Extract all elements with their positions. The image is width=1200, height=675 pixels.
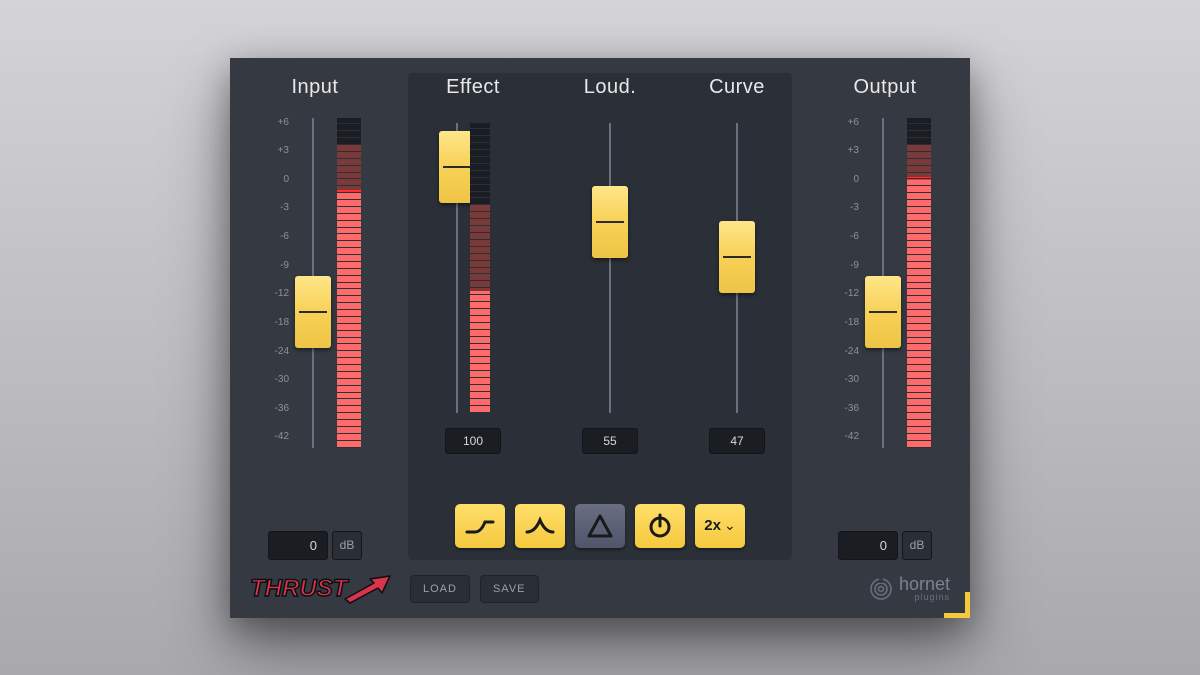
save-button[interactable]: SAVE: [480, 575, 539, 603]
thrust-logo: THRUST: [250, 569, 400, 609]
brand-sub: plugins: [899, 593, 950, 602]
input-slider-handle[interactable]: [295, 276, 331, 348]
input-value[interactable]: 0: [268, 531, 328, 560]
center-section: Effect 100: [408, 73, 792, 560]
lowshelf-button[interactable]: [455, 504, 505, 548]
output-unit: dB: [902, 531, 932, 560]
power-button[interactable]: [635, 504, 685, 548]
chevron-down-icon: ⌄: [724, 517, 736, 534]
curve-slider-handle[interactable]: [719, 221, 755, 293]
output-scale: +6+30-3-6-9-12-18-24-30-36-42: [839, 113, 859, 443]
delta-button[interactable]: [575, 504, 625, 548]
output-section: Output +6+30-3-6-9-12-18-24-30-36-42 0 d: [800, 73, 970, 560]
delta-icon: [586, 513, 614, 539]
plugin-window: Input +6+30-3-6-9-12-18-24-30-36-42 0 dB: [230, 58, 970, 618]
curve-value[interactable]: 47: [709, 428, 765, 454]
loud-slider-handle[interactable]: [592, 186, 628, 258]
input-slider-track[interactable]: [312, 118, 314, 448]
curve-slider-track[interactable]: [736, 123, 738, 413]
output-meter: [907, 118, 931, 448]
output-label: Output: [853, 73, 916, 103]
effect-label: Effect: [446, 73, 500, 103]
loud-slider-track[interactable]: [609, 123, 611, 413]
resize-corner[interactable]: [944, 592, 970, 618]
effect-value[interactable]: 100: [445, 428, 501, 454]
loud-group: Loud. 55: [575, 73, 645, 490]
footer: THRUST LOAD SAVE hornet plugins: [230, 560, 970, 618]
effect-slider-track[interactable]: [456, 123, 458, 413]
input-unit: dB: [332, 531, 362, 560]
main-columns: Input +6+30-3-6-9-12-18-24-30-36-42 0 dB: [230, 58, 970, 560]
mode-buttons: 2x ⌄: [428, 504, 772, 548]
brand-logo: hornet plugins: [869, 575, 950, 602]
loud-label: Loud.: [584, 73, 637, 103]
effect-group: Effect 100: [428, 73, 518, 490]
output-slider-track[interactable]: [882, 118, 884, 448]
oversample-label: 2x: [704, 517, 721, 534]
lowshelf-icon: [465, 516, 495, 536]
peak-icon: [525, 516, 555, 536]
effect-meter: [470, 123, 490, 413]
input-meter: [337, 118, 361, 448]
curve-group: Curve 47: [702, 73, 772, 490]
output-value[interactable]: 0: [838, 531, 898, 560]
loud-value[interactable]: 55: [582, 428, 638, 454]
brand-name: hornet: [899, 575, 950, 593]
input-section: Input +6+30-3-6-9-12-18-24-30-36-42 0 dB: [230, 73, 400, 560]
load-button[interactable]: LOAD: [410, 575, 470, 603]
power-icon: [647, 513, 673, 539]
arrow-icon: [342, 571, 397, 606]
input-label: Input: [292, 73, 339, 103]
peak-button[interactable]: [515, 504, 565, 548]
logo-text: THRUST: [250, 575, 347, 603]
input-scale: +6+30-3-6-9-12-18-24-30-36-42: [269, 113, 289, 443]
curve-label: Curve: [709, 73, 765, 103]
brand-icon: [869, 577, 893, 601]
oversample-button[interactable]: 2x ⌄: [695, 504, 745, 548]
output-slider-handle[interactable]: [865, 276, 901, 348]
